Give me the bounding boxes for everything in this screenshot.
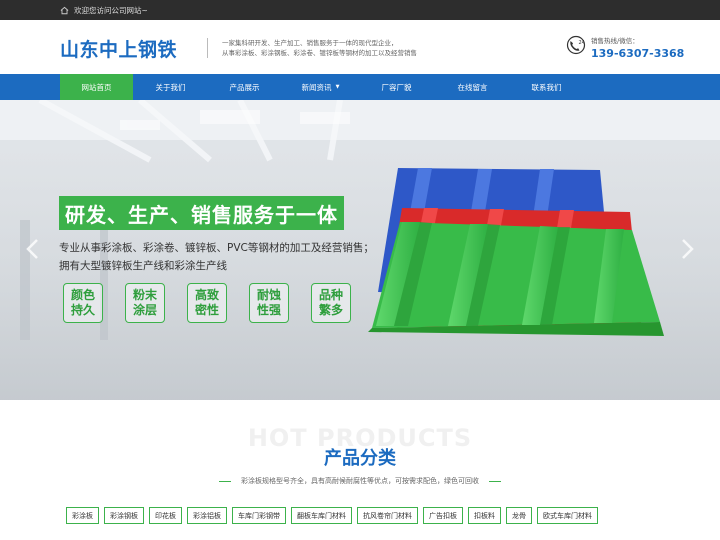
home-icon[interactable] — [60, 6, 69, 15]
hotline-number[interactable]: 139-6307-3368 — [591, 47, 684, 60]
nav-item-news[interactable]: 新闻资讯 ▼ — [284, 74, 357, 100]
category-tag[interactable]: 车库门彩钢带 — [232, 507, 286, 524]
company-slogan: 一家集科研开发、生产加工、销售服务于一体的现代型企业， 从事彩涂板、彩涂钢板、彩… — [207, 38, 417, 58]
nav-item-home[interactable]: 网站首页 — [60, 74, 133, 100]
category-tag[interactable]: 抗风卷帘门材料 — [357, 507, 418, 524]
category-tag[interactable]: 印花板 — [149, 507, 182, 524]
divider — [489, 480, 501, 482]
category-tag[interactable]: 广告扣板 — [423, 507, 463, 524]
category-tag[interactable]: 彩涂铝板 — [187, 507, 227, 524]
nav-item-about[interactable]: 关于我们 — [134, 74, 207, 100]
hero-desc-line-2: 拥有大型镀锌板生产线和彩涂生产线 — [59, 260, 227, 272]
divider — [219, 480, 231, 482]
phone-badge-text: 24 — [579, 40, 585, 46]
welcome-text: 欢迎您访问公司网站~ — [74, 5, 148, 15]
phone-24h-icon: 24 — [566, 35, 586, 55]
category-tag[interactable]: 彩涂钢板 — [104, 507, 144, 524]
feature-badge: 品种 繁多 — [311, 283, 351, 323]
site-logo[interactable]: 山东中上钢铁 — [60, 35, 177, 62]
nav-item-products[interactable]: 产品展示 — [208, 74, 281, 100]
slider-next-arrow-icon[interactable] — [680, 238, 696, 260]
sales-hotline: 24 销售热线/微信： 139-6307-3368 — [566, 35, 684, 60]
slogan-line-2: 从事彩涂板、彩涂钢板、彩涂卷、镀锌板等钢材的加工以及经营销售 — [222, 49, 417, 57]
main-nav: 网站首页 关于我们 产品展示 新闻资讯 ▼ 厂容厂貌 在线留言 联系我们 — [0, 74, 720, 100]
feature-badge: 高致 密性 — [187, 283, 227, 323]
site-header: 山东中上钢铁 一家集科研开发、生产加工、销售服务于一体的现代型企业， 从事彩涂板… — [0, 20, 720, 74]
hotline-label: 销售热线/微信： — [591, 37, 639, 45]
nav-item-contact[interactable]: 联系我们 — [510, 74, 583, 100]
category-tag[interactable]: 彩涂板 — [66, 507, 99, 524]
top-bar: 欢迎您访问公司网站~ — [0, 0, 720, 20]
hero-desc-line-1: 专业从事彩涂板、彩涂卷、镀锌板、PVC等钢材的加工及经营销售； — [59, 242, 374, 254]
slider-prev-arrow-icon[interactable] — [24, 238, 40, 260]
nav-item-factory[interactable]: 厂容厂貌 — [360, 74, 433, 100]
hero-banner: 研发、生产、销售服务于一体 专业从事彩涂板、彩涂卷、镀锌板、PVC等钢材的加工及… — [0, 100, 720, 400]
feature-badge: 颜色 持久 — [63, 283, 103, 323]
category-tags: 彩涂板 彩涂钢板 印花板 彩涂铝板 车库门彩钢带 翻板车库门材料 抗风卷帘门材料… — [66, 507, 598, 524]
section-subtitle: 彩涂板规格型号齐全，具有高耐候耐腐性等优点，可按需求配色，绿色可回收 — [0, 476, 720, 486]
feature-badge: 粉末 涂层 — [125, 283, 165, 323]
slogan-line-1: 一家集科研开发、生产加工、销售服务于一体的现代型企业， — [222, 39, 398, 47]
category-tag[interactable]: 欧式车库门材料 — [537, 507, 598, 524]
category-tag[interactable]: 龙骨 — [506, 507, 532, 524]
category-tag[interactable]: 扣板料 — [468, 507, 501, 524]
chevron-down-icon: ▼ — [335, 84, 340, 90]
nav-item-message[interactable]: 在线留言 — [436, 74, 509, 100]
section-title: 产品分类 — [324, 448, 396, 469]
hero-title: 研发、生产、销售服务于一体 — [59, 196, 344, 230]
category-tag[interactable]: 翻板车库门材料 — [291, 507, 352, 524]
feature-badge: 耐蚀 性强 — [249, 283, 289, 323]
